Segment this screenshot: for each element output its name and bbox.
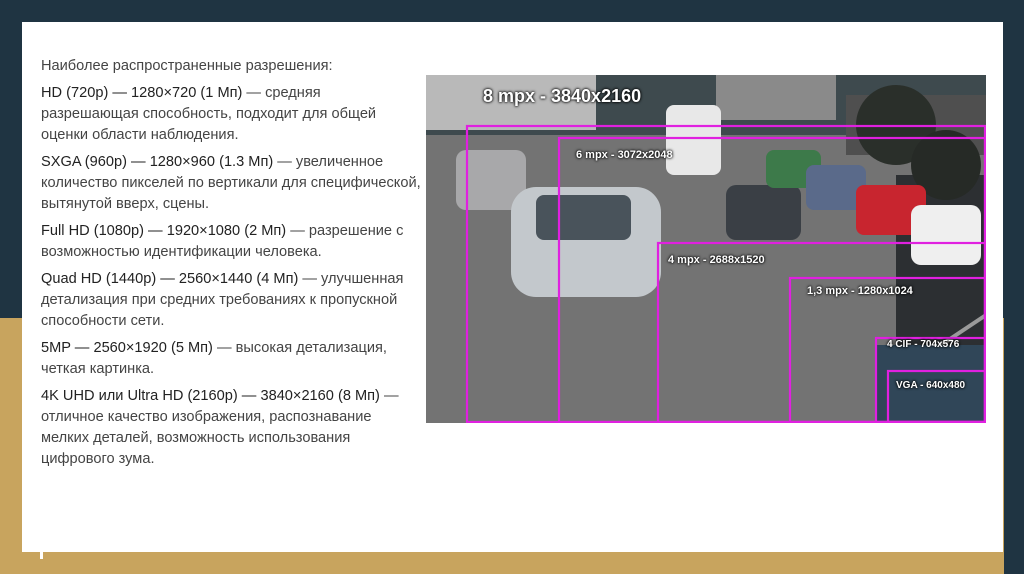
resolution-item-5mp: 5MP — 2560×1920 (5 Мп) — высокая детализ… [41, 338, 421, 380]
label-4cif: 4 CIF - 704x576 [887, 339, 960, 350]
background-right-edge [1004, 0, 1024, 574]
item-heading: Full HD (1080p) — 1920×1080 (2 Мп) [41, 223, 287, 239]
label-8mpx: 8 mpx - 3840x2160 [483, 86, 642, 106]
item-heading: SXGA (960p) — 1280×960 (1.3 Мп) [41, 154, 274, 170]
parking-lot-photo: 8 mpx - 3840x2160 6 mpx - 3072x2048 4 mp… [426, 75, 986, 423]
label-1-3mpx: 1,3 mpx - 1280x1024 [807, 285, 913, 297]
intro-text: Наиболее распространенные разрешения: [41, 58, 333, 74]
item-heading: Quad HD (1440p) — 2560×1440 (4 Мп) [41, 271, 299, 287]
text-column: Наиболее распространенные разрешения: HD… [41, 56, 421, 476]
label-4mpx: 4 mpx - 2688x1520 [668, 254, 765, 266]
resolution-item-4k: 4K UHD или Ultra HD (2160p) — 3840×2160 … [41, 386, 421, 470]
resolution-item-fullhd: Full HD (1080p) — 1920×1080 (2 Мп) — раз… [41, 221, 421, 263]
accent-bar [40, 545, 43, 559]
label-6mpx: 6 mpx - 3072x2048 [576, 149, 673, 161]
resolution-item-sxga: SXGA (960p) — 1280×960 (1.3 Мп) — увелич… [41, 152, 421, 215]
label-vga: VGA - 640x480 [896, 380, 966, 391]
slide: Наиболее распространенные разрешения: HD… [22, 22, 1003, 552]
resolution-item-quadhd: Quad HD (1440p) — 2560×1440 (4 Мп) — улу… [41, 269, 421, 332]
resolution-item-hd: HD (720p) — 1280×720 (1 Мп) — средняя ра… [41, 83, 421, 146]
item-heading: HD (720p) — 1280×720 (1 Мп) [41, 85, 243, 101]
photo-illustration [426, 75, 986, 423]
item-heading: 5MP — 2560×1920 (5 Мп) [41, 340, 213, 356]
item-heading: 4K UHD или Ultra HD (2160p) — 3840×2160 … [41, 388, 380, 404]
